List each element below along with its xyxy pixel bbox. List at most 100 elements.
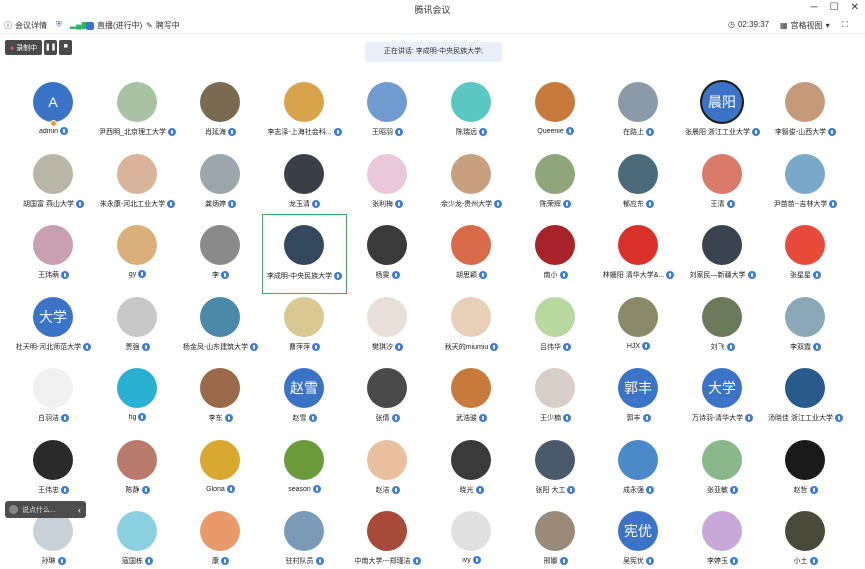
participant-tile[interactable]: hg	[96, 364, 179, 434]
participant-tile[interactable]: 陈瑞远	[430, 78, 513, 148]
participant-avatar	[535, 440, 575, 480]
participant-name-line: 寇国栋	[92, 556, 183, 566]
participant-tile[interactable]: 胡国富 燕山大学	[12, 150, 95, 220]
participant-tile[interactable]: 赵雪 赵雪	[263, 364, 346, 434]
stop-recording-button[interactable]: ■	[59, 40, 73, 55]
participant-tile[interactable]: 寇国栋	[96, 507, 179, 569]
participant-tile[interactable]: 王少楠	[514, 364, 597, 434]
participant-tile[interactable]: season	[263, 436, 346, 506]
participant-tile[interactable]: 吕伟华	[514, 293, 597, 363]
participant-name-line: 杨雯	[342, 270, 433, 280]
maximize-button[interactable]: ☐	[830, 2, 839, 13]
participant-tile[interactable]: HJX	[597, 293, 680, 363]
participant-tile[interactable]: Gloria	[179, 436, 262, 506]
participant-tile[interactable]: 南小	[514, 221, 597, 291]
participant-tile[interactable]: 贾强	[96, 293, 179, 363]
participant-tile[interactable]: 王伟忠	[12, 436, 95, 506]
participant-tile[interactable]: gy	[96, 221, 179, 291]
participant-tile[interactable]: 晨阳 张晨阳 浙江工业大学	[681, 78, 764, 148]
participant-tile[interactable]: 李婷玉	[681, 507, 764, 569]
participant-name-line: 王玮萌	[8, 270, 99, 280]
participant-tile[interactable]: 郭丰 郭丰	[597, 364, 680, 434]
participant-tile[interactable]: 陈静	[96, 436, 179, 506]
participant-tile[interactable]: 李成明-中央民族大学	[262, 214, 347, 294]
participant-tile[interactable]: 余少龙-贵州大学	[430, 150, 513, 220]
participant-tile[interactable]: 杨金凤-山东建筑大学	[179, 293, 262, 363]
participant-tile[interactable]: Aadmin	[12, 78, 95, 148]
participant-tile[interactable]: 驻村队员	[263, 507, 346, 569]
participant-tile[interactable]: ivy	[430, 507, 513, 569]
emoji-icon[interactable]	[9, 505, 18, 514]
participant-tile[interactable]: 郁应东	[597, 150, 680, 220]
close-button[interactable]: ✕	[851, 2, 859, 13]
participant-tile[interactable]: 刘家民—新疆大学	[681, 221, 764, 291]
participant-tile[interactable]: 胡思颖	[430, 221, 513, 291]
participant-tile[interactable]: 陈荣辉	[514, 150, 597, 220]
participant-tile[interactable]: 张亚敏	[681, 436, 764, 506]
participant-tile[interactable]: 邢娜	[514, 507, 597, 569]
participant-name-line: 李成明-中央民族大学	[259, 271, 350, 281]
participant-tile[interactable]: 刘飞	[681, 293, 764, 363]
participant-tile[interactable]: 成永强	[597, 436, 680, 506]
participant-avatar	[618, 440, 658, 480]
collapse-chevron-icon[interactable]: ‹	[78, 505, 81, 515]
participant-tile[interactable]: 在路上	[597, 78, 680, 148]
participant-tile[interactable]: 张利梅	[346, 150, 429, 220]
participant-tile[interactable]: Queenie	[514, 78, 597, 148]
participant-tile[interactable]: 李东	[179, 364, 262, 434]
fullscreen-button[interactable]: ⛶	[842, 20, 851, 29]
participant-tile[interactable]: 朱永康-河北工业大学	[96, 150, 179, 220]
participant-tile[interactable]: 晓光	[430, 436, 513, 506]
security-shield-button[interactable]: ⛨	[56, 20, 65, 29]
participant-tile[interactable]: 武浩骏	[430, 364, 513, 434]
participant-tile[interactable]: 张阳 大工	[514, 436, 597, 506]
participant-tile[interactable]: 尹西明_北京理工大学	[96, 78, 179, 148]
participant-tile[interactable]: 汤晓佳 浙江工业大学	[764, 364, 847, 434]
participant-tile[interactable]: 小土	[764, 507, 847, 569]
chat-input-bar[interactable]: 说点什么... ‹	[5, 501, 86, 518]
participant-tile[interactable]: 李志泽-上海社会科...	[263, 78, 346, 148]
participant-tile[interactable]: 赵哲	[764, 436, 847, 506]
participant-tile[interactable]: 王昭羽	[346, 78, 429, 148]
participant-tile[interactable]: 王玮萌	[12, 221, 95, 291]
participant-tile[interactable]: 大学 万诗羽-清华大学	[681, 364, 764, 434]
participant-tile[interactable]: 尹苗苗--吉林大学	[764, 150, 847, 220]
view-mode-dropdown[interactable]: ▦ 宫格视图 ▾	[780, 20, 833, 31]
participant-tile[interactable]: 王清	[681, 150, 764, 220]
participant-tile[interactable]: 赵洁	[346, 436, 429, 506]
participant-tile[interactable]: 康	[179, 507, 262, 569]
participant-name-line: 胡国富 燕山大学	[8, 199, 99, 209]
participant-tile[interactable]: 杨雯	[346, 221, 429, 291]
participant-name: 南小	[543, 272, 558, 279]
recording-status[interactable]: ● 录制中	[5, 40, 43, 55]
participant-name: 郁应东	[623, 201, 644, 208]
participant-tile[interactable]: 张星星	[764, 221, 847, 291]
meeting-info-button[interactable]: ⓘ 会议详情	[4, 20, 47, 31]
participant-tile[interactable]: 中南大学---郑瑾洁	[346, 507, 429, 569]
participant-name-line: Queenie	[510, 127, 601, 135]
participant-tile[interactable]: 李双霞	[764, 293, 847, 363]
participant-avatar	[702, 225, 742, 265]
participant-tile[interactable]: 李智俊-山西大学	[764, 78, 847, 148]
live-stream-button[interactable]: 直播(进行中)	[86, 20, 142, 31]
participant-name: 邢娜	[543, 558, 558, 565]
participant-tile[interactable]: 白羽洁	[12, 364, 95, 434]
participant-tile[interactable]: 林姗阳 清华大学&...	[597, 221, 680, 291]
participant-tile[interactable]: 李	[179, 221, 262, 291]
pause-recording-button[interactable]: ❚❚	[44, 40, 58, 55]
participant-tile[interactable]: 龚炳婷	[179, 150, 262, 220]
mic-icon	[167, 200, 176, 208]
participant-tile[interactable]: 樊琪汐	[346, 293, 429, 363]
participant-tile[interactable]: 曹萍萍	[263, 293, 346, 363]
mic-icon	[224, 414, 233, 422]
participant-tile[interactable]: 肖延海	[179, 78, 262, 148]
participant-tile[interactable]: 宪优 吴宪优	[597, 507, 680, 569]
participant-tile[interactable]: 张倩	[346, 364, 429, 434]
minimize-button[interactable]: ─	[811, 2, 818, 13]
drawing-button[interactable]: ✎ 聘写中	[146, 20, 180, 31]
participant-avatar	[367, 368, 407, 408]
participant-tile[interactable]: 秋天的miumiu	[430, 293, 513, 363]
mic-icon	[563, 200, 571, 208]
participant-tile[interactable]: 大学 杜天明-河北师范大学	[12, 293, 95, 363]
participant-tile[interactable]: 龙玉清	[263, 150, 346, 220]
